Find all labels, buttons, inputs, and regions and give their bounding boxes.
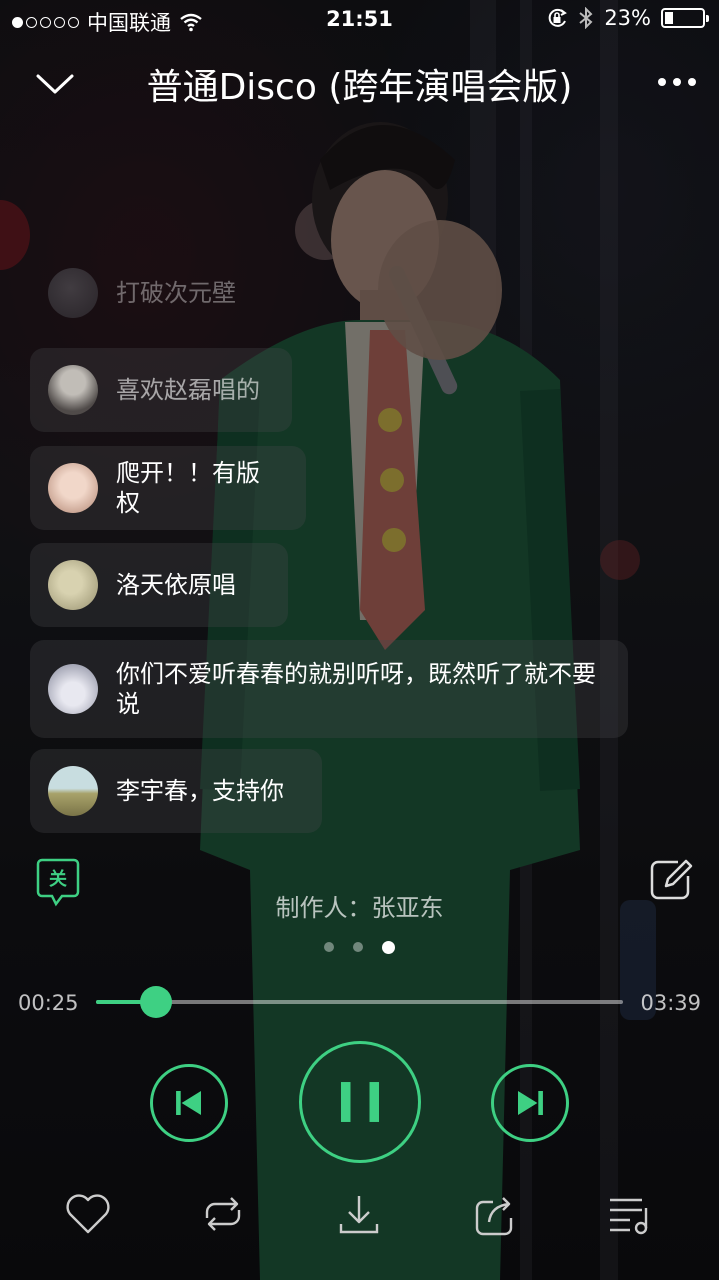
comment-bubble[interactable]: 你们不爱听春春的就别听呀，既然听了就不要说 xyxy=(30,640,628,738)
progress-knob[interactable] xyxy=(140,986,173,1018)
previous-button[interactable] xyxy=(150,1064,228,1142)
page-dot-active xyxy=(382,941,395,954)
status-right-group: 23% xyxy=(546,6,709,30)
player-header: 普通Disco (跨年演唱会版) xyxy=(0,44,719,124)
next-icon xyxy=(518,1091,543,1115)
comment-bubble[interactable]: 爬开！！有版权 xyxy=(30,446,306,530)
bluetooth-icon xyxy=(579,7,593,29)
comment-text: 李宇春，支持你 xyxy=(116,777,284,805)
page-indicator xyxy=(0,941,719,954)
battery-level xyxy=(665,12,673,24)
avatar xyxy=(48,664,98,714)
comment-bubble[interactable]: 李宇春，支持你 xyxy=(30,749,322,833)
previous-icon xyxy=(176,1091,201,1115)
progress-slider[interactable] xyxy=(96,986,623,1018)
comment-bubble[interactable]: 洛天依原唱 xyxy=(30,543,288,627)
avatar xyxy=(48,463,98,513)
page-dot xyxy=(353,942,363,952)
elapsed-time: 00:25 xyxy=(18,991,79,1015)
avatar xyxy=(48,766,98,816)
pause-button[interactable] xyxy=(299,1041,421,1163)
rotation-lock-icon xyxy=(549,8,568,27)
pause-icon xyxy=(340,1082,380,1122)
chevron-down-icon[interactable] xyxy=(32,62,78,102)
more-icon[interactable] xyxy=(655,66,699,98)
comment-text: 喜欢赵磊唱的 xyxy=(116,376,260,404)
repeat-icon[interactable] xyxy=(199,1190,247,1238)
battery-percent: 23% xyxy=(604,6,651,30)
playlist-icon[interactable] xyxy=(606,1190,654,1238)
producer-credit: 制作人：张亚东 xyxy=(275,894,444,922)
share-icon[interactable] xyxy=(471,1190,519,1238)
comment-text: 爬开！！有版权 xyxy=(116,459,260,517)
song-title: 普通Disco (跨年演唱会版) xyxy=(146,67,573,108)
next-button[interactable] xyxy=(491,1064,569,1142)
bottom-action-bar xyxy=(0,1190,719,1254)
heart-icon[interactable] xyxy=(64,1190,112,1238)
comment-text: 你们不爱听春春的就别听呀，既然听了就不要说 xyxy=(116,660,596,718)
download-icon[interactable] xyxy=(335,1190,383,1238)
comment-bubble[interactable]: 打破次元壁 xyxy=(30,251,290,335)
comment-text: 洛天依原唱 xyxy=(116,571,236,599)
battery-icon xyxy=(661,8,709,28)
avatar xyxy=(48,365,98,415)
comment-bubble[interactable]: 喜欢赵磊唱的 xyxy=(30,348,292,432)
comment-text: 打破次元壁 xyxy=(116,279,236,307)
status-bar: 中国联通 21:51 23% xyxy=(0,0,719,40)
page-dot xyxy=(324,942,334,952)
avatar xyxy=(48,268,98,318)
total-time: 03:39 xyxy=(640,991,701,1015)
avatar xyxy=(48,560,98,610)
